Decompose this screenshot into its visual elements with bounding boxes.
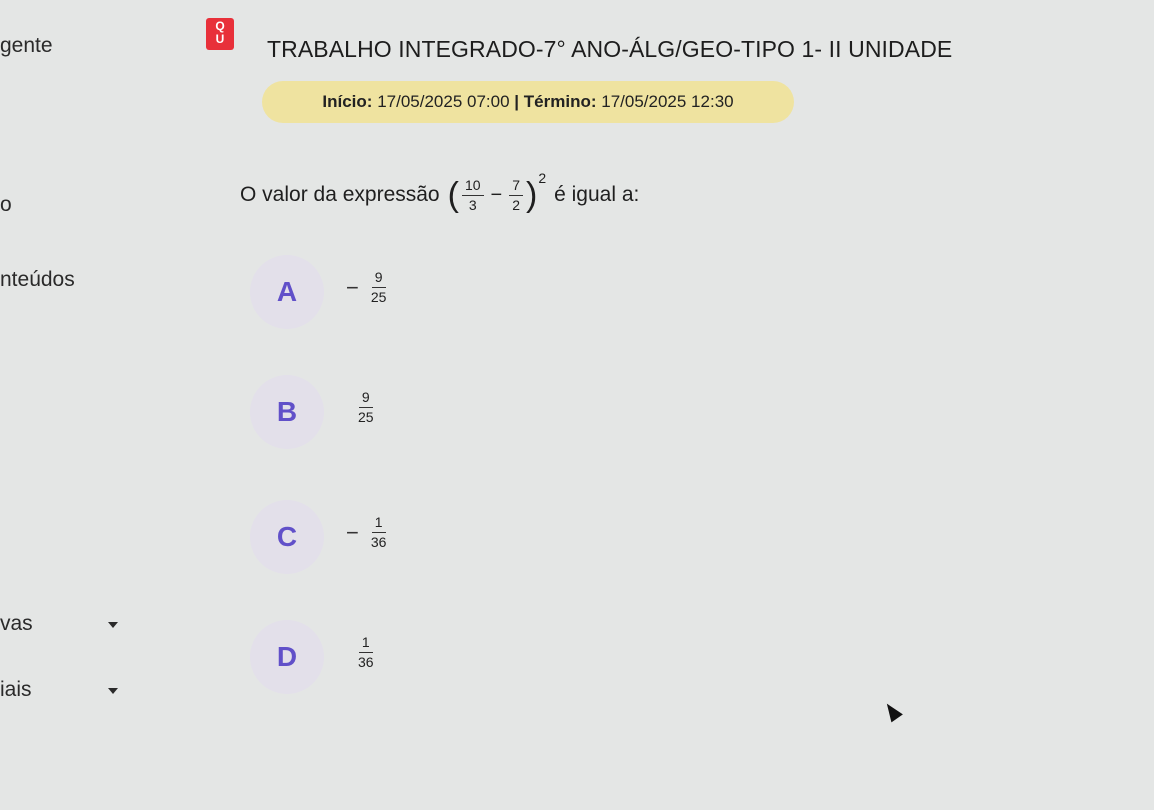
- option-letter[interactable]: D: [250, 620, 324, 694]
- option-value[interactable]: 9 25: [346, 389, 380, 426]
- schedule-badge: Início: 17/05/2025 07:00 | Término: 17/0…: [262, 81, 794, 123]
- fraction-1: 10 3: [461, 177, 484, 214]
- fraction-1-denominator: 3: [468, 196, 477, 213]
- option-fraction: 1 36: [368, 514, 390, 551]
- option-value[interactable]: − 9 25: [346, 269, 392, 306]
- fraction-1-numerator: 10: [461, 177, 484, 196]
- question-suffix: é igual a:: [554, 183, 640, 206]
- option-numerator: 9: [358, 389, 373, 408]
- page-title: TRABALHO INTEGRADO-7° ANO-ÁLG/GEO-TIPO 1…: [267, 36, 953, 62]
- sidebar-item-conteudos[interactable]: nteúdos: [0, 268, 75, 292]
- question-prefix: O valor da expressão: [240, 183, 440, 206]
- option-denominator: 25: [370, 289, 387, 305]
- start-label: Início:: [322, 92, 373, 111]
- question-text: O valor da expressão ( 10 3 − 7 2 ) 2 é …: [240, 165, 639, 225]
- answer-option-c[interactable]: C − 1 36: [250, 500, 630, 580]
- option-denominator: 25: [358, 409, 374, 425]
- option-letter[interactable]: A: [250, 255, 324, 329]
- answer-option-d[interactable]: D 1 36: [250, 620, 630, 700]
- sidebar-item-gente[interactable]: gente: [0, 34, 53, 58]
- open-paren: (: [447, 176, 459, 214]
- sidebar: gente o nteúdos vas iais: [0, 0, 230, 810]
- option-value[interactable]: − 1 36: [346, 514, 392, 551]
- option-letter[interactable]: C: [250, 500, 324, 574]
- option-denominator: 36: [370, 534, 387, 550]
- start-value: 17/05/2025 07:00: [377, 92, 510, 111]
- option-fraction: 1 36: [355, 634, 377, 671]
- fraction-2-numerator: 7: [509, 177, 523, 196]
- quiz-icon-glyph-bottom: U: [215, 32, 225, 46]
- option-denominator: 36: [358, 654, 374, 670]
- option-fraction: 9 25: [368, 269, 390, 306]
- option-fraction: 9 25: [355, 389, 377, 426]
- schedule-separator: |: [514, 92, 520, 111]
- fraction-2-denominator: 2: [512, 196, 520, 213]
- exponent: 2: [538, 170, 547, 186]
- mouse-cursor-icon: [881, 699, 903, 723]
- chevron-down-icon[interactable]: [108, 622, 118, 628]
- end-value: 17/05/2025 12:30: [601, 92, 734, 111]
- chevron-down-icon[interactable]: [108, 688, 118, 694]
- end-label: Término:: [523, 92, 597, 111]
- fraction-2: 7 2: [509, 177, 523, 214]
- quiz-icon: Q U: [206, 18, 234, 50]
- option-numerator: 1: [371, 514, 386, 533]
- sidebar-item-iais[interactable]: iais: [0, 678, 32, 702]
- sidebar-item-o[interactable]: o: [0, 193, 12, 217]
- option-sign: −: [346, 274, 359, 300]
- sidebar-item-vas[interactable]: vas: [0, 612, 33, 636]
- option-numerator: 1: [358, 634, 373, 653]
- option-numerator: 9: [371, 269, 386, 288]
- minus-sign: −: [490, 183, 503, 206]
- close-paren: ): [526, 176, 538, 214]
- answer-option-a[interactable]: A − 9 25: [250, 255, 630, 335]
- option-sign: −: [346, 519, 359, 545]
- option-value[interactable]: 1 36: [346, 634, 380, 671]
- answer-option-b[interactable]: B 9 25: [250, 375, 630, 455]
- option-letter[interactable]: B: [250, 375, 324, 449]
